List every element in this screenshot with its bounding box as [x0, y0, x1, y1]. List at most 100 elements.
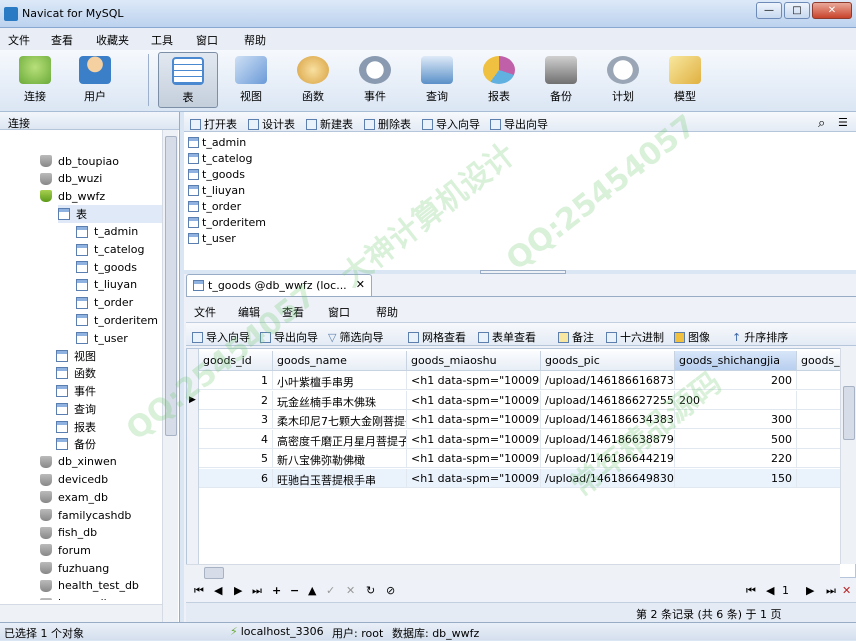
- editor-menu-help[interactable]: 帮助: [376, 304, 398, 320]
- menu-view[interactable]: 查看: [51, 32, 73, 48]
- tree-item[interactable]: house_db: [40, 595, 111, 600]
- function-button[interactable]: 函数: [286, 52, 340, 108]
- report-button[interactable]: 报表: [472, 52, 526, 108]
- menu-help[interactable]: 帮助: [244, 32, 266, 48]
- apply-icon[interactable]: ▲: [308, 584, 316, 597]
- tree-vertical-scrollbar[interactable]: [162, 130, 178, 622]
- table-cell[interactable]: 6: [199, 468, 273, 488]
- tree-item[interactable]: db_wuzi: [40, 170, 102, 188]
- grid-horizontal-scrollbar[interactable]: [186, 564, 840, 580]
- table-cell[interactable]: <h1 data-spm="1000983: [407, 429, 541, 449]
- table-cell[interactable]: 220: [675, 449, 797, 468]
- tree-item[interactable]: 报表: [56, 418, 96, 436]
- tree-item[interactable]: 函数: [56, 364, 96, 382]
- tree-item[interactable]: t_goods: [76, 258, 137, 276]
- tree-item[interactable]: t_order: [76, 294, 133, 312]
- table-cell[interactable]: <h1 data-spm="1000983: [407, 468, 541, 488]
- tree-item[interactable]: health_test_db: [40, 577, 139, 595]
- open-table-button[interactable]: 打开表: [190, 116, 237, 132]
- table-cell[interactable]: /upload/1461866343837.: [541, 410, 675, 429]
- delete-table-button[interactable]: 删除表: [364, 116, 411, 132]
- page-next-icon[interactable]: ▶: [806, 584, 814, 597]
- table-cell[interactable]: 200: [675, 390, 797, 410]
- export-wizard-button[interactable]: 导出向导: [490, 116, 548, 132]
- tree-item[interactable]: exam_db: [40, 488, 108, 506]
- tree-item[interactable]: t_orderitem: [76, 311, 158, 329]
- table-cell[interactable]: 1: [199, 371, 273, 390]
- table-cell[interactable]: 旺驰白玉菩提根手串: [273, 468, 407, 488]
- menu-file[interactable]: 文件: [8, 32, 30, 48]
- table-cell[interactable]: 玩金丝楠手串木佛珠: [273, 390, 407, 410]
- close-tab-icon[interactable]: ✕: [356, 278, 365, 291]
- check-icon[interactable]: ✓: [326, 584, 335, 597]
- tree-item[interactable]: 表: [58, 205, 168, 224]
- list-item[interactable]: t_liuyan: [188, 182, 245, 198]
- tree-item[interactable]: 备份: [56, 435, 96, 453]
- table-cell[interactable]: <h1 data-spm="1000983: [407, 449, 541, 468]
- tab-t-goods[interactable]: t_goods @db_wwfz (loc... ✕: [186, 274, 372, 296]
- table-cell[interactable]: 300: [675, 410, 797, 429]
- tree-item[interactable]: t_liuyan: [76, 276, 137, 294]
- cancel-icon[interactable]: ✕: [346, 584, 355, 597]
- list-view-icon[interactable]: ☰: [838, 116, 848, 129]
- list-item[interactable]: t_orderitem: [188, 214, 266, 230]
- page-number[interactable]: 1: [782, 584, 789, 597]
- menu-tools[interactable]: 工具: [151, 32, 173, 48]
- image-button[interactable]: 图像: [674, 329, 710, 345]
- list-item[interactable]: t_catelog: [188, 150, 252, 166]
- search-icon[interactable]: ⌕: [818, 116, 825, 131]
- tree-item[interactable]: 查询: [56, 400, 96, 418]
- editor-menu-window[interactable]: 窗口: [328, 304, 350, 320]
- tree-item[interactable]: fish_db: [40, 524, 97, 542]
- column-header[interactable]: goods_miaoshu: [407, 351, 541, 371]
- filter-wizard-button[interactable]: ▽ 筛选向导: [328, 329, 383, 345]
- tree-item[interactable]: familycashdb: [40, 506, 131, 524]
- editor-menu-view[interactable]: 查看: [282, 304, 304, 320]
- previous-record-icon[interactable]: ◀: [214, 584, 222, 597]
- tree-item[interactable]: devicedb: [40, 471, 108, 489]
- table-cell[interactable]: 2: [199, 390, 273, 410]
- close-button[interactable]: ✕: [812, 2, 852, 19]
- column-header[interactable]: goods_name: [273, 351, 407, 371]
- stop-icon[interactable]: ⊘: [386, 584, 395, 597]
- table-cell[interactable]: /upload/1461866388790.: [541, 429, 675, 449]
- backup-button[interactable]: 备份: [534, 52, 588, 108]
- editor-menu-file[interactable]: 文件: [194, 304, 216, 320]
- import-wizard-button[interactable]: 导入向导: [422, 116, 480, 132]
- refresh-icon[interactable]: ↻: [366, 584, 375, 597]
- export-wizard-button[interactable]: 导出向导: [260, 329, 318, 345]
- tree-horizontal-scrollbar[interactable]: [0, 604, 162, 622]
- menu-favorites[interactable]: 收藏夹: [96, 32, 129, 48]
- tree-item[interactable]: 事件: [56, 382, 96, 400]
- table-cell[interactable]: 150: [675, 468, 797, 488]
- table-cell[interactable]: <h1 data-spm="1000983: [407, 390, 541, 410]
- scroll-thumb[interactable]: [843, 386, 855, 440]
- memo-button[interactable]: 备注: [558, 329, 594, 345]
- grid-vertical-scrollbar[interactable]: [840, 348, 856, 564]
- design-table-button[interactable]: 设计表: [248, 116, 295, 132]
- sort-ascending-button[interactable]: ↑ 升序排序: [732, 329, 788, 345]
- grid-view-button[interactable]: 网格查看: [408, 329, 466, 345]
- connection-button[interactable]: 连接: [8, 52, 62, 108]
- schedule-button[interactable]: 计划: [596, 52, 650, 108]
- maximize-button[interactable]: □: [784, 2, 810, 19]
- last-record-icon[interactable]: ⏭: [252, 584, 262, 598]
- page-previous-icon[interactable]: ◀: [766, 584, 774, 597]
- table-cell[interactable]: 5: [199, 449, 273, 468]
- page-first-icon[interactable]: ⏮: [746, 584, 756, 598]
- delete-record-icon[interactable]: −: [290, 584, 299, 597]
- tree-item[interactable]: db_xinwen: [40, 453, 117, 471]
- table-cell[interactable]: 柔木印尼7七颗大金刚菩提子: [273, 410, 407, 429]
- first-record-icon[interactable]: ⏮: [194, 584, 204, 598]
- new-table-button[interactable]: 新建表: [306, 116, 353, 132]
- list-item[interactable]: t_order: [188, 198, 241, 214]
- table-cell[interactable]: 4: [199, 429, 273, 449]
- table-cell[interactable]: 200: [675, 371, 797, 390]
- minimize-button[interactable]: —: [756, 2, 782, 19]
- table-cell[interactable]: <h1 data-spm="1000983: [407, 410, 541, 429]
- table-cell[interactable]: 小叶紫檀手串男: [273, 371, 407, 390]
- import-wizard-button[interactable]: 导入向导: [192, 329, 250, 345]
- tree-item[interactable]: db_wwfz: [40, 187, 105, 205]
- model-button[interactable]: 模型: [658, 52, 712, 108]
- list-item[interactable]: t_admin: [188, 134, 246, 150]
